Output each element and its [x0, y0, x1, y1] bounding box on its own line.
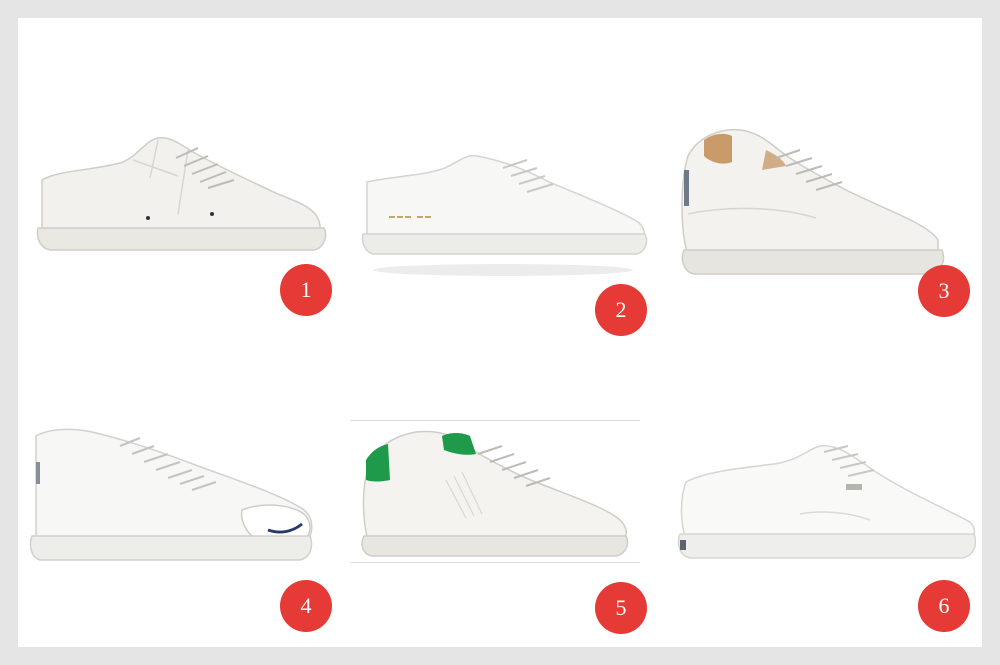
white-leather-sneaker-icon [36, 136, 327, 251]
item-number-badge: 5 [595, 582, 647, 634]
product-tile-5: 5 [350, 420, 647, 640]
product-tile-3: 3 [666, 110, 976, 320]
product-grid-board: 1 2 3 4 5 6 [18, 18, 982, 647]
item-number-badge: 4 [280, 580, 332, 632]
product-tile-6: 6 [670, 418, 976, 640]
product-tile-2: 2 [353, 138, 663, 336]
white-sneaker-green-heel-icon [361, 430, 629, 557]
minimal-white-sneaker-icon [361, 154, 648, 276]
white-canvas-skate-sneaker-icon [677, 445, 976, 559]
white-sneaker-tan-lining-icon [681, 128, 945, 275]
white-canvas-sneaker-toe-cap-icon [29, 428, 313, 561]
product-tile-1: 1 [28, 118, 348, 318]
item-number-badge: 1 [280, 264, 332, 316]
item-number-badge: 3 [918, 265, 970, 317]
item-number-badge: 6 [918, 580, 970, 632]
image-border-bottom [350, 562, 640, 563]
product-tile-4: 4 [22, 418, 348, 638]
item-number-badge: 2 [595, 284, 647, 336]
